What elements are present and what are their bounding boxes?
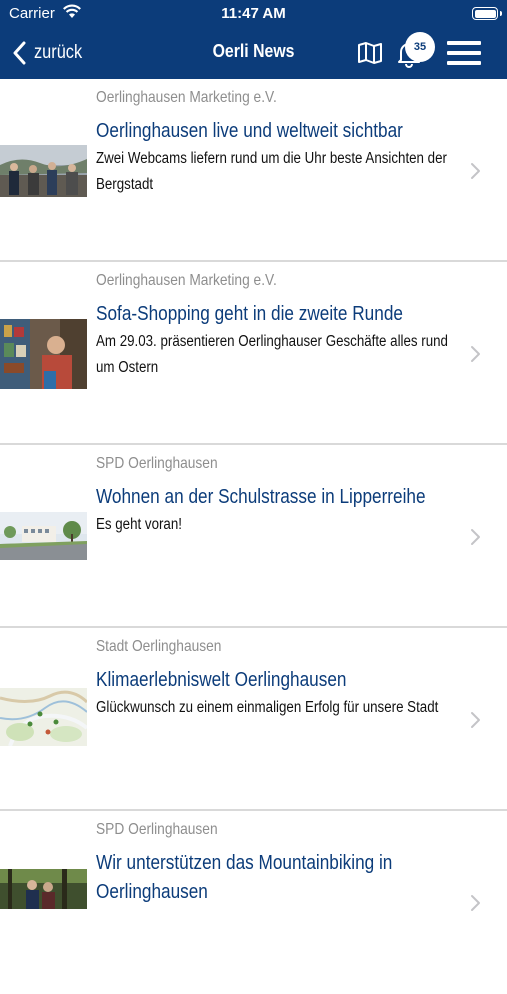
navigation-bar: zurück Oerli News 35	[0, 27, 507, 79]
news-item[interactable]: SPD Oerlinghausen Wir unterstützen das M…	[0, 811, 507, 994]
notification-badge: 35	[405, 32, 435, 62]
status-bar: Carrier 11:47 AM	[0, 0, 507, 27]
map-icon[interactable]	[357, 41, 383, 65]
news-title: Wir unterstützen das Mountainbiking in O…	[96, 852, 393, 903]
news-source: Oerlinghausen Marketing e.V.	[96, 272, 277, 289]
news-teaser: Glückwunsch zu einem einmaligen Erfolg f…	[96, 699, 439, 716]
news-title: Klimaerlebniswelt Oerlinghausen	[96, 669, 347, 691]
news-thumbnail	[0, 512, 87, 560]
news-list: Oerlinghausen Marketing e.V. Oerlinghaus…	[0, 79, 507, 994]
app-header: Carrier 11:47 AM zurück Oerli News 35	[0, 0, 507, 79]
chevron-right-icon	[471, 712, 480, 728]
news-thumbnail	[0, 688, 87, 746]
news-thumbnail	[0, 145, 87, 197]
news-teaser: Am 29.03. präsentieren Oerlinghauser Ges…	[96, 333, 448, 376]
news-title: Oerlinghausen live und weltweit sichtbar	[96, 120, 403, 142]
news-item[interactable]: Oerlinghausen Marketing e.V. Sofa-Shoppi…	[0, 262, 507, 445]
news-teaser: Zwei Webcams liefern rund um die Uhr bes…	[96, 150, 447, 193]
news-thumbnail	[0, 869, 87, 909]
news-thumbnail	[0, 319, 87, 389]
news-teaser: Es geht voran!	[96, 516, 182, 533]
chevron-right-icon	[471, 529, 480, 545]
news-source: Stadt Oerlinghausen	[96, 638, 222, 655]
chevron-right-icon	[471, 895, 480, 911]
news-item[interactable]: SPD Oerlinghausen Wohnen an der Schulstr…	[0, 445, 507, 628]
clock: 11:47 AM	[221, 5, 286, 22]
chevron-right-icon	[471, 346, 480, 362]
chevron-right-icon	[471, 163, 480, 179]
news-item[interactable]: Stadt Oerlinghausen Klimaerlebniswelt Oe…	[0, 628, 507, 811]
news-title: Sofa-Shopping geht in die zweite Runde	[96, 303, 403, 325]
news-item[interactable]: Oerlinghausen Marketing e.V. Oerlinghaus…	[0, 79, 507, 262]
news-source: Oerlinghausen Marketing e.V.	[96, 89, 277, 106]
news-source: SPD Oerlinghausen	[96, 455, 218, 472]
hamburger-menu-icon[interactable]	[447, 40, 481, 66]
battery-icon	[472, 7, 502, 20]
news-title: Wohnen an der Schulstrasse in Lipperreih…	[96, 486, 426, 508]
news-source: SPD Oerlinghausen	[96, 821, 218, 838]
